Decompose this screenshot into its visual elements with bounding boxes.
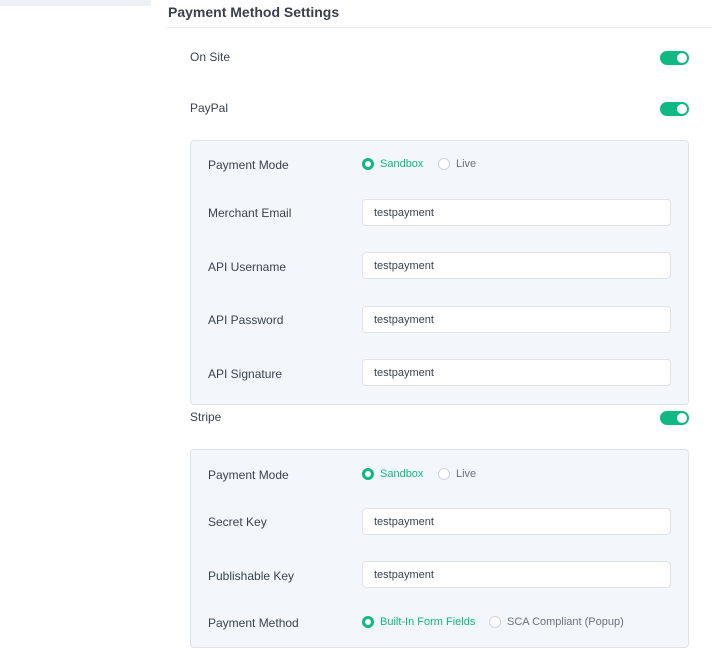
radio-dot	[438, 158, 450, 170]
onsite-row: On Site	[190, 48, 689, 68]
secret-key-label: Secret Key	[208, 515, 267, 529]
api-signature-field[interactable]	[362, 359, 671, 386]
paypal-toggle[interactable]	[660, 102, 689, 116]
secret-key-field[interactable]	[362, 508, 671, 535]
section-header: Payment Method Settings	[167, 0, 712, 28]
radio-label: Sandbox	[380, 158, 424, 170]
toggle-knob	[677, 53, 687, 63]
toggle-knob	[677, 104, 687, 114]
publishable-key-field[interactable]	[362, 561, 671, 588]
publishable-key-label: Publishable Key	[208, 569, 295, 583]
radio-label: SCA Compliant (Popup)	[507, 616, 624, 628]
radio-dot	[362, 616, 374, 628]
toggle-knob	[677, 413, 687, 423]
radio-dot	[362, 158, 374, 170]
stripe-label: Stripe	[190, 410, 222, 424]
radio-dot	[438, 468, 450, 480]
radio-label: Live	[456, 158, 477, 170]
api-password-field[interactable]	[362, 306, 671, 333]
radio-label: Sandbox	[380, 468, 424, 480]
paypal-settings-panel: Payment Mode Sandbox Live Merchant Email…	[190, 140, 689, 405]
onsite-toggle[interactable]	[660, 51, 689, 65]
sidebar-active-strip	[0, 0, 151, 6]
radio-label: Built-In Form Fields	[380, 616, 476, 628]
stripe-payment-method-label: Payment Method	[208, 616, 299, 630]
stripe-settings-panel: Payment Mode Sandbox Live Secret Key Pub…	[190, 449, 689, 648]
merchant-email-field[interactable]	[362, 199, 671, 226]
api-password-label: API Password	[208, 313, 284, 327]
api-username-field[interactable]	[362, 252, 671, 279]
stripe-row: Stripe	[190, 408, 689, 428]
page-title: Payment Method Settings	[168, 4, 340, 20]
paypal-payment-mode-label: Payment Mode	[208, 158, 289, 172]
api-username-label: API Username	[208, 260, 287, 274]
paypal-row: PayPal	[190, 99, 689, 119]
stripe-payment-mode-label: Payment Mode	[208, 468, 289, 482]
merchant-email-label: Merchant Email	[208, 206, 292, 220]
radio-dot	[489, 616, 501, 628]
paypal-label: PayPal	[190, 101, 229, 115]
onsite-label: On Site	[190, 50, 231, 64]
radio-label: Live	[456, 468, 477, 480]
stripe-toggle[interactable]	[660, 411, 689, 425]
api-signature-label: API Signature	[208, 367, 283, 381]
radio-dot	[362, 468, 374, 480]
